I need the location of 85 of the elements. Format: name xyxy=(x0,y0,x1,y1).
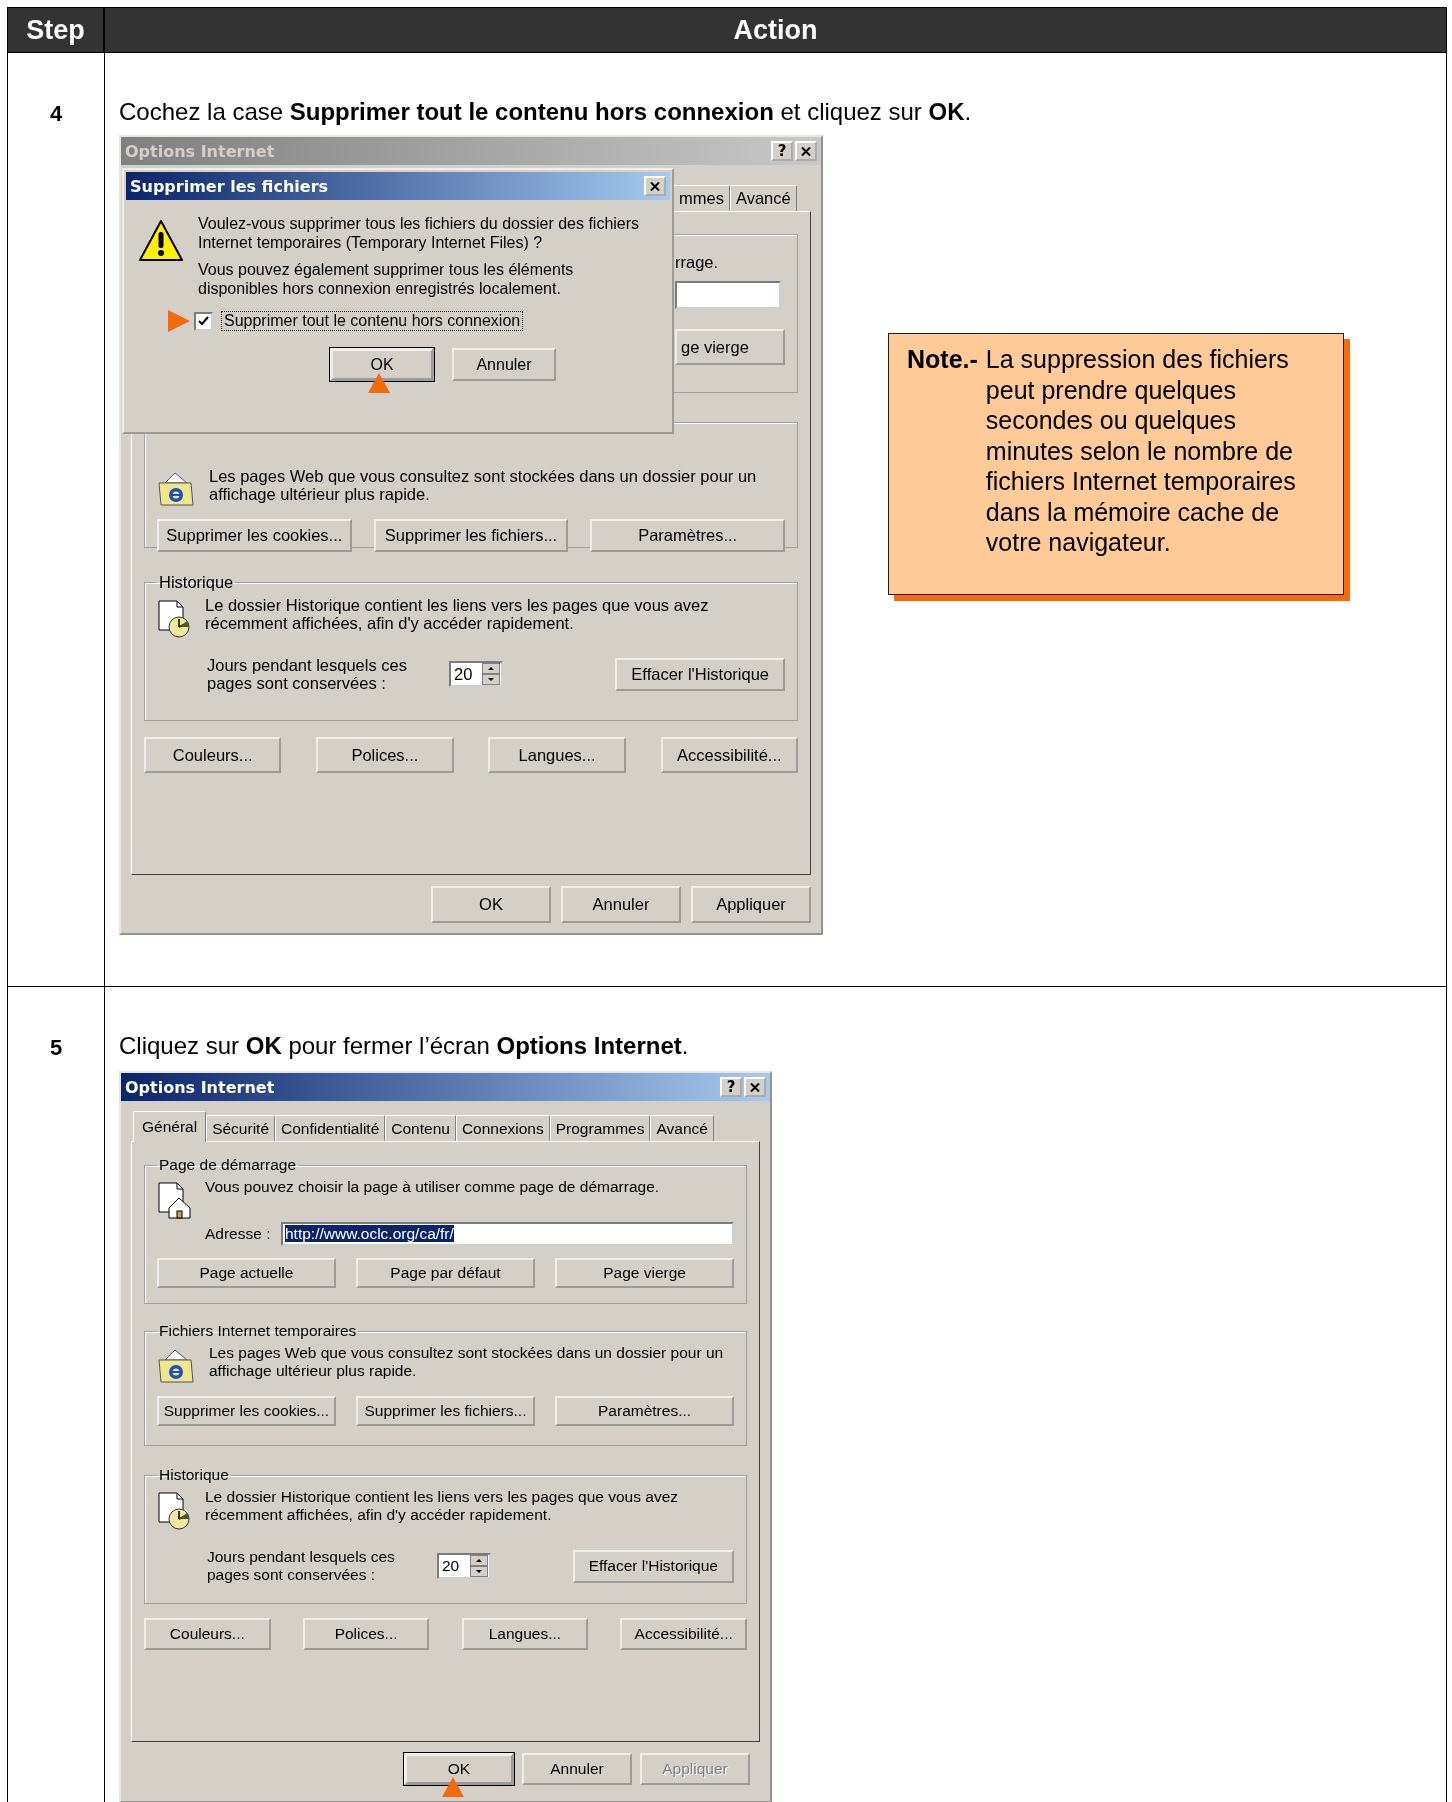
tab[interactable]: Connexions xyxy=(455,1115,550,1141)
window-title: Supprimer les fichiers xyxy=(130,176,329,196)
spin-field[interactable]: 20 xyxy=(437,1553,491,1579)
close-icon xyxy=(750,1082,760,1092)
dialog-button[interactable]: Couleurs... xyxy=(144,737,282,773)
dialog-button[interactable]: ge vierge xyxy=(675,329,785,365)
field-label: Adresse : xyxy=(205,1225,272,1243)
spin-arrows-icon xyxy=(470,1555,488,1577)
dialog-button[interactable]: Page par défaut xyxy=(356,1258,535,1288)
description-text: rrage. xyxy=(675,253,720,271)
window-title: Options Internet xyxy=(125,141,275,161)
spin-field[interactable]: 20 xyxy=(449,661,503,687)
description-text: Les pages Web que vous consultez sont stockées dans un dossier pour un affichage ultérieur plus rapide. xyxy=(209,467,758,503)
tab[interactable]: Sécurité xyxy=(206,1115,276,1141)
spin-arrows-icon xyxy=(482,663,500,685)
group-title: Historique xyxy=(158,573,235,592)
dialog-button[interactable]: Paramètres... xyxy=(590,519,785,552)
tab[interactable]: Général xyxy=(133,1111,207,1142)
dialog-button[interactable]: Effacer l'Historique xyxy=(615,657,785,691)
dialog-button[interactable]: Paramètres... xyxy=(555,1396,734,1426)
checkbox[interactable] xyxy=(194,311,213,331)
tab[interactable]: Avancé xyxy=(729,185,797,211)
close-button[interactable] xyxy=(744,1077,766,1097)
column-header: Action xyxy=(733,14,818,46)
dialog-button[interactable]: OK xyxy=(404,1753,514,1785)
dialog-button[interactable]: Supprimer les cookies... xyxy=(157,1396,336,1426)
dialog-button[interactable]: Page actuelle xyxy=(157,1258,336,1288)
group-title: Fichiers Internet temporaires xyxy=(158,1322,358,1340)
message-text: Voulez-vous supprimer tous les fichiers du dossier des fichiers Internet temporaires (Temporary Internet Files) ? xyxy=(198,214,641,252)
dialog-button[interactable]: Appliquer xyxy=(691,886,811,923)
address-field[interactable]: http://www.oclc.org/ca/fr/ xyxy=(281,1222,734,1246)
dialog-button[interactable]: Polices... xyxy=(302,1618,430,1650)
dialog-button[interactable]: Annuler xyxy=(522,1753,632,1785)
dialog-button[interactable]: Effacer l'Historique xyxy=(572,1549,734,1583)
dialog-button[interactable]: Accessibilité... xyxy=(620,1618,747,1650)
help-button[interactable]: ? xyxy=(720,1077,742,1097)
checkbox-label[interactable]: Supprimer tout le contenu hors connexion xyxy=(221,311,524,331)
page-with-house-icon xyxy=(157,1182,193,1220)
dialog-button[interactable]: Langues... xyxy=(488,737,626,773)
close-button[interactable] xyxy=(644,176,666,196)
dialog-button[interactable]: Supprimer les cookies... xyxy=(157,519,352,552)
instruction-text: Cliquez sur OK pour fermer l’écran Options Internet. xyxy=(119,1031,690,1061)
dialog-button[interactable]: Polices... xyxy=(316,737,454,773)
page-with-clock-icon xyxy=(157,600,193,638)
step-number: 5 xyxy=(49,1035,63,1060)
field-label: Jours pendant lesquels ces pages sont conservées : xyxy=(207,1548,396,1584)
close-icon xyxy=(650,181,660,191)
step-number: 4 xyxy=(49,101,63,126)
tab[interactable]: Avancé xyxy=(650,1115,714,1141)
tab[interactable]: Contenu xyxy=(385,1115,456,1141)
folder-icon xyxy=(157,1348,197,1384)
description-text: Les pages Web que vous consultez sont stockées dans un dossier pour un affichage ultérieur plus rapide. xyxy=(209,1344,725,1380)
close-icon xyxy=(801,146,811,156)
check-icon xyxy=(198,316,209,326)
dialog-button[interactable]: Accessibilité... xyxy=(660,737,798,773)
folder-icon xyxy=(157,471,197,507)
dialog-button[interactable]: OK xyxy=(330,348,434,381)
note-label: Note.- xyxy=(907,344,978,375)
note-text: La suppression des fichiers peut prendre quelques secondes ou quelques minutes selon le nombre de fichiers Internet temporaires dans la mémoire cache de votre navigateur. xyxy=(985,344,1297,558)
warning-icon xyxy=(138,218,184,264)
address-field[interactable] xyxy=(675,281,781,309)
instruction-text: Cochez la case Supprimer tout le contenu hors connexion et cliquez sur OK. xyxy=(119,97,973,127)
window-title: Options Internet xyxy=(125,1077,275,1097)
column-header: Step xyxy=(26,14,85,46)
dialog-button[interactable]: Couleurs... xyxy=(144,1618,271,1650)
field-label: Jours pendant lesquels ces pages sont conservées : xyxy=(207,656,408,692)
dialog-button[interactable]: Annuler xyxy=(561,886,681,923)
message-text: Vous pouvez également supprimer tous les éléments disponibles hors connexion enregistrés localement. xyxy=(198,260,575,298)
group-title: Historique xyxy=(158,1466,230,1484)
description-text: Le dossier Historique contient les liens vers les pages que vous avez récemment affichées, afin d'y accéder rapidement. xyxy=(205,1488,679,1524)
dialog-button[interactable]: OK xyxy=(431,886,551,923)
dialog-button[interactable]: Annuler xyxy=(452,348,556,381)
help-button[interactable]: ? xyxy=(771,141,793,161)
dialog-button[interactable]: Supprimer les fichiers... xyxy=(373,519,569,552)
tab[interactable]: mmes xyxy=(673,185,730,211)
group-title: Page de démarrage xyxy=(158,1156,297,1174)
dialog-button[interactable]: Langues... xyxy=(461,1618,589,1650)
description-text: Le dossier Historique contient les liens vers les pages que vous avez récemment affichées, afin d'y accéder rapidement. xyxy=(205,596,710,632)
tab[interactable]: Confidentialité xyxy=(275,1115,386,1141)
tab[interactable]: Programmes xyxy=(549,1115,651,1141)
description-text: Vous pouvez choisir la page à utiliser comme page de démarrage. xyxy=(205,1178,660,1196)
dialog-button[interactable]: Page vierge xyxy=(555,1258,734,1288)
page-with-clock-icon xyxy=(157,1492,193,1530)
close-button[interactable] xyxy=(795,141,817,161)
dialog-button[interactable]: Supprimer les fichiers... xyxy=(356,1396,535,1426)
